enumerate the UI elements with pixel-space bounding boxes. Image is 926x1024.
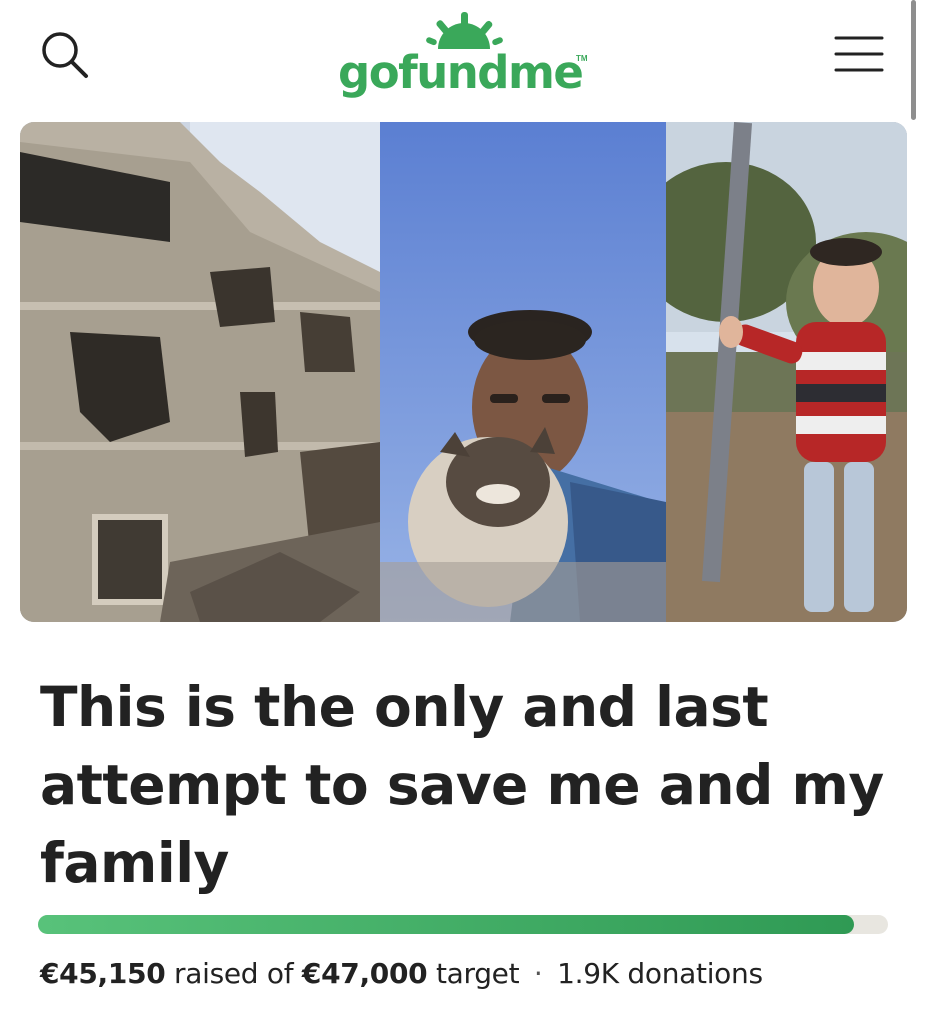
- campaign-hero-image[interactable]: [20, 122, 907, 622]
- progress-bar-fill: [38, 915, 854, 934]
- gofundme-logo[interactable]: gofundme TM: [330, 6, 600, 106]
- child-in-striped-sweater-photo: [666, 122, 907, 622]
- search-button[interactable]: [36, 26, 96, 84]
- raised-amount: €45,150: [40, 957, 166, 990]
- man-with-cat-selfie-photo: [380, 122, 666, 622]
- campaign-title: This is the only and last attempt to sav…: [40, 675, 884, 895]
- menu-button[interactable]: [830, 32, 890, 78]
- top-header: gofundme TM: [0, 0, 926, 118]
- logo-wordmark: gofundme: [338, 46, 584, 99]
- hamburger-menu-icon: [834, 36, 884, 72]
- destroyed-building-photo: [20, 122, 380, 622]
- page-scrollbar[interactable]: [911, 0, 916, 120]
- fundraising-progress-bar: [38, 915, 888, 934]
- target-amount: €47,000: [301, 957, 428, 990]
- logo-trademark: TM: [576, 54, 588, 63]
- target-label: target: [435, 957, 520, 990]
- raised-of-label: raised of: [174, 957, 294, 990]
- stats-separator: ·: [533, 957, 543, 990]
- donations-count[interactable]: 1.9K donations: [557, 957, 763, 990]
- fundraising-stats: €45,150 raised of €47,000 target · 1.9K …: [40, 957, 763, 990]
- search-icon: [42, 32, 88, 78]
